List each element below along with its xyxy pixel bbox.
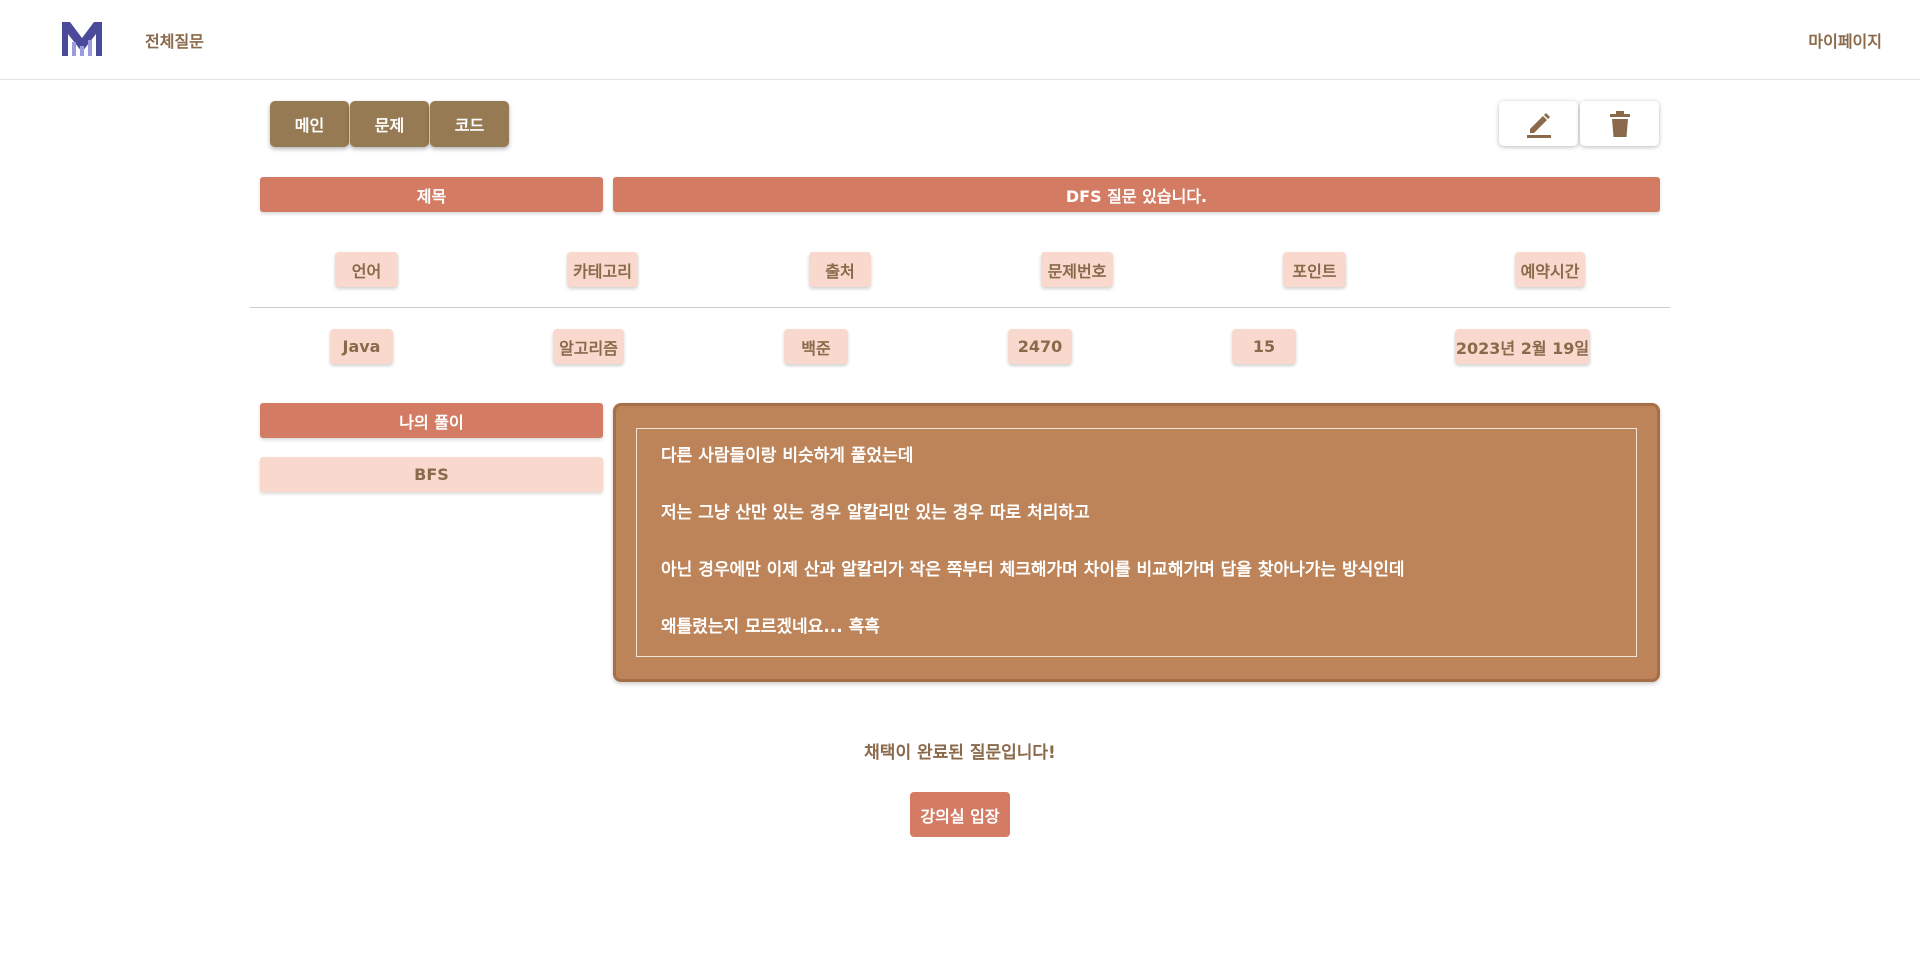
value-problem-number: 2470 <box>1008 329 1072 364</box>
tab-main[interactable]: 메인 <box>270 101 349 147</box>
content-line: 왜틀렸는지 모르겠네요... 흑흑 <box>661 617 880 637</box>
tab-problem[interactable]: 문제 <box>350 101 429 147</box>
header-problem-number: 문제번호 <box>1041 252 1113 287</box>
solution-tag: BFS <box>260 457 603 492</box>
adopted-notice: 채택이 완료된 질문입니다! <box>864 743 1056 763</box>
value-source: 백준 <box>784 329 848 364</box>
header-category: 카테고리 <box>567 252 638 287</box>
solution-label: 나의 풀이 <box>260 403 603 438</box>
logo-icon[interactable] <box>62 22 102 56</box>
question-tabs: 메인 문제 코드 <box>270 101 509 147</box>
nav-my-page[interactable]: 마이페이지 <box>1808 28 1882 52</box>
content-line: 저는 그냥 산만 있는 경우 알칼리만 있는 경우 따로 처리하고 <box>661 503 1090 523</box>
value-category: 알고리즘 <box>553 329 624 364</box>
edit-button[interactable] <box>1499 101 1578 146</box>
enter-classroom-button[interactable]: 강의실 입장 <box>910 792 1010 837</box>
value-reservation-time: 2023년 2월 19일 <box>1455 329 1590 364</box>
title-label: 제목 <box>260 177 603 212</box>
header-language: 언어 <box>335 252 398 287</box>
question-title: DFS 질문 있습니다. <box>613 177 1660 212</box>
pencil-icon <box>1526 112 1551 138</box>
header-source: 출처 <box>809 252 871 287</box>
header-points: 포인트 <box>1283 252 1346 287</box>
info-divider <box>250 307 1670 308</box>
question-content: 다른 사람들이랑 비슷하게 풀었는데 저는 그냥 산만 있는 경우 알칼리만 있… <box>613 403 1660 682</box>
header-reservation-time: 예약시간 <box>1515 252 1585 287</box>
content-line: 다른 사람들이랑 비슷하게 풀었는데 <box>661 446 914 466</box>
delete-button[interactable] <box>1580 101 1659 146</box>
value-language: Java <box>330 329 393 364</box>
content-frame: 다른 사람들이랑 비슷하게 풀었는데 저는 그냥 산만 있는 경우 알칼리만 있… <box>636 428 1637 657</box>
nav-all-questions[interactable]: 전체질문 <box>145 28 204 52</box>
trash-icon <box>1609 110 1630 137</box>
navbar: 전체질문 마이페이지 <box>0 0 1920 80</box>
content-line: 아닌 경우에만 이제 산과 알칼리가 작은 쪽부터 체크해가며 차이를 비교해가… <box>661 560 1405 580</box>
value-points: 15 <box>1232 329 1296 364</box>
tab-code[interactable]: 코드 <box>430 101 509 147</box>
